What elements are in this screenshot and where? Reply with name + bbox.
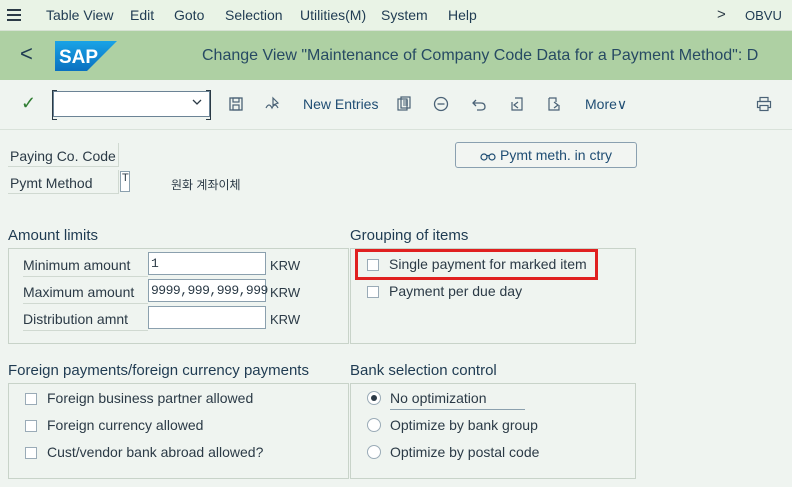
svg-text:SAP: SAP xyxy=(59,47,98,68)
foreign-payments-title: Foreign payments/foreign currency paymen… xyxy=(8,362,309,379)
foreign-currency-checkbox[interactable] xyxy=(25,420,37,432)
minimum-amount-label: Minimum amount xyxy=(23,253,148,277)
menu-item-goto[interactable]: Goto xyxy=(174,7,204,23)
pymt-method-description: 원화 계좌이체 xyxy=(171,178,241,192)
distribution-amount-input[interactable] xyxy=(148,306,266,329)
chevron-down-icon[interactable] xyxy=(192,97,202,107)
bank-selection-group: No optimization Optimize by bank group O… xyxy=(350,383,636,479)
new-entries-button[interactable]: New Entries xyxy=(303,96,378,112)
next-entry-icon[interactable] xyxy=(546,96,562,112)
page-title: Change View "Maintenance of Company Code… xyxy=(202,47,759,64)
payment-per-due-day-checkbox[interactable] xyxy=(367,286,379,298)
optimize-bank-group-label: Optimize by bank group xyxy=(390,417,538,433)
foreign-business-partner-label: Foreign business partner allowed xyxy=(47,390,254,406)
maximum-amount-unit: KRW xyxy=(270,285,301,300)
maximum-amount-input[interactable]: 9999,999,999,999 xyxy=(148,279,268,302)
more-button[interactable]: More∨ xyxy=(585,96,627,113)
menu-item-table-view[interactable]: Table View xyxy=(46,7,113,23)
display-change-icon[interactable] xyxy=(264,96,280,112)
enter-check-icon[interactable]: ✓ xyxy=(21,93,36,114)
toolbar: ✓ New Entries More∨ xyxy=(0,80,792,130)
minimum-amount-input[interactable]: 1 xyxy=(148,252,266,275)
chevron-down-icon: ∨ xyxy=(616,96,628,112)
distribution-amount-unit: KRW xyxy=(270,312,301,327)
pymt-method-label: Pymt Method xyxy=(8,170,119,194)
bank-selection-title: Bank selection control xyxy=(350,362,497,379)
menu-item-utilities[interactable]: Utilities(M) xyxy=(300,7,366,23)
menu-item-edit[interactable]: Edit xyxy=(130,7,154,23)
optimize-postal-code-label: Optimize by postal code xyxy=(390,444,540,460)
system-id: OBVU xyxy=(745,8,782,23)
distribution-amount-label: Distribution amnt xyxy=(23,307,148,331)
command-field[interactable] xyxy=(52,90,211,120)
bank-abroad-checkbox[interactable] xyxy=(25,447,37,459)
grouping-of-items-title: Grouping of items xyxy=(350,227,469,244)
print-icon[interactable] xyxy=(756,96,772,112)
amount-limits-title: Amount limits xyxy=(8,227,99,244)
paying-co-code-label: Paying Co. Code xyxy=(8,143,119,167)
menu-hamburger-icon[interactable] xyxy=(7,9,21,21)
amount-limits-group: Minimum amount 1 KRW Maximum amount 9999… xyxy=(8,248,349,344)
maximum-amount-label: Maximum amount xyxy=(23,280,148,304)
undo-icon[interactable] xyxy=(471,96,487,112)
save-icon[interactable] xyxy=(228,96,244,112)
payment-per-due-day-label: Payment per due day xyxy=(389,283,523,299)
foreign-payments-group: Foreign business partner allowed Foreign… xyxy=(8,383,349,479)
menu-bar: Table View Edit Goto Selection Utilities… xyxy=(0,0,792,31)
more-menu-chevron-icon[interactable]: > xyxy=(717,6,726,23)
sap-logo: SAP xyxy=(55,41,117,71)
menu-item-help[interactable]: Help xyxy=(448,7,477,23)
optimize-bank-group-radio[interactable] xyxy=(367,418,381,432)
title-bar: < SAP Change View "Maintenance of Compan… xyxy=(0,31,792,80)
glasses-icon xyxy=(480,153,496,161)
menu-item-system[interactable]: System xyxy=(381,7,428,23)
pymt-method-field[interactable]: T xyxy=(120,171,130,192)
previous-entry-icon[interactable] xyxy=(509,96,525,112)
foreign-currency-label: Foreign currency allowed xyxy=(47,417,204,433)
bank-abroad-label: Cust/vendor bank abroad allowed? xyxy=(47,444,264,460)
highlight-box xyxy=(355,249,598,280)
delete-icon[interactable] xyxy=(433,96,449,112)
no-optimization-label: No optimization xyxy=(390,390,525,410)
pymt-meth-in-ctry-button[interactable]: Pymt meth. in ctry xyxy=(455,142,637,168)
back-button[interactable]: < xyxy=(20,43,33,65)
menu-item-selection[interactable]: Selection xyxy=(225,7,283,23)
optimize-postal-code-radio[interactable] xyxy=(367,445,381,459)
copy-as-icon[interactable] xyxy=(396,96,412,112)
foreign-business-partner-checkbox[interactable] xyxy=(25,393,37,405)
no-optimization-radio[interactable] xyxy=(367,391,381,405)
minimum-amount-unit: KRW xyxy=(270,258,301,273)
